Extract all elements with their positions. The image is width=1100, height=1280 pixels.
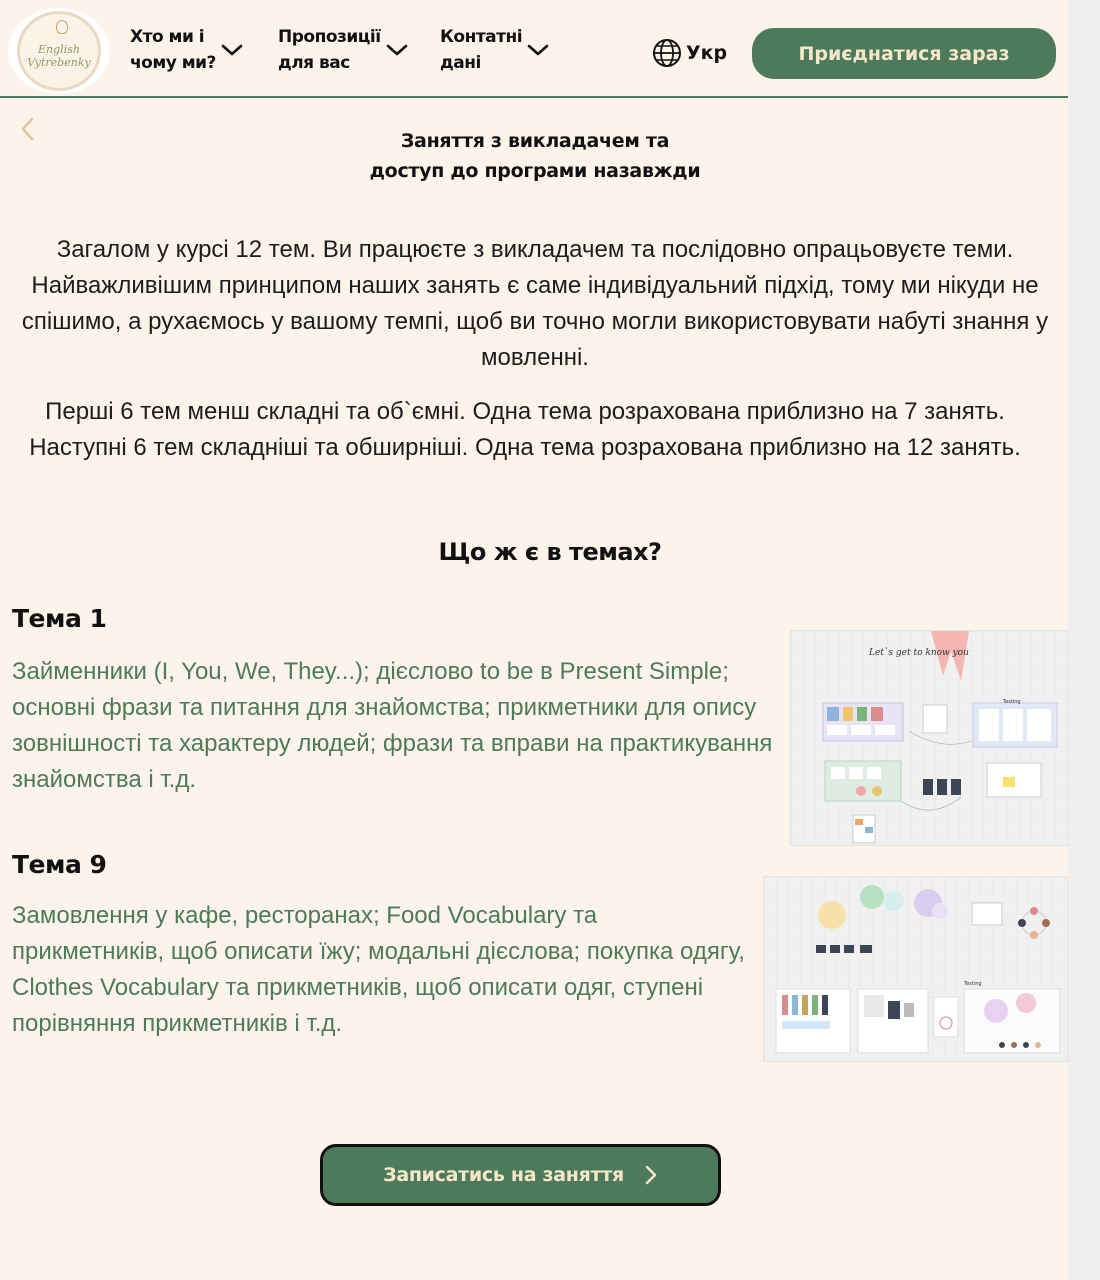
logo-line-2: Vytrebenky [27,56,91,69]
section-title: Заняття з викладачем та доступ до програ… [369,130,701,182]
chevron-down-icon [221,44,243,56]
topic-title: Тема 1 [12,604,107,633]
nav-contacts[interactable]: Контатні дані [440,24,550,76]
topics-paragraph: Перші 6 тем менш складні та об`ємні. Одн… [29,398,1021,461]
topic-description: Займенники (I, You, We, They...); дієсло… [12,658,773,793]
nav-label: Хто ми і чому ми? [130,27,216,73]
topic-9-board-image: Testing [763,876,1068,1062]
nav-label: Контатні дані [440,27,523,73]
board-label: Testing [1002,699,1021,705]
logo-text: English Vytrebenky [27,43,90,69]
topics-subheading: Що ж є в темах? [438,538,662,566]
topic-1-board-image: Let`s get to know you Testing [790,630,1068,846]
chevron-down-icon [527,44,549,56]
language-label: Укр [686,42,728,64]
logo[interactable]: English Vytrebenky [8,8,110,94]
board-heading: Let`s get to know you [868,647,969,658]
logo-line-1: English [38,43,80,56]
nav-label: Пропозиції для вас [278,27,381,73]
topic-title: Тема 9 [12,850,107,879]
chevron-right-icon [645,1165,657,1185]
language-selector[interactable]: Укр [652,38,727,68]
signup-button-label: Записатись на заняття [383,1164,624,1186]
globe-icon [653,39,681,67]
chevron-left-icon[interactable] [18,116,38,142]
lightbulb-icon [56,20,68,34]
join-now-button[interactable]: Приєднатися зараз [752,28,1056,79]
nav-who-we-are[interactable]: Хто ми і чому ми? [130,24,244,76]
topic-description: Замовлення у кафе, ресторанах; Food Voca… [12,902,745,1037]
page: English Vytrebenky Хто ми і чому ми? Про… [0,0,1068,1280]
board-label: Testing [963,981,982,987]
intro-paragraph: Загалом у курсі 12 тем. Ви працюєте з ви… [21,236,1049,371]
site-header: English Vytrebenky Хто ми і чому ми? Про… [0,0,1068,98]
nav-offers[interactable]: Пропозиції для вас [278,24,409,76]
signup-button[interactable]: Записатись на заняття [320,1144,721,1206]
chevron-down-icon [386,44,407,56]
logo-badge: English Vytrebenky [17,11,101,91]
